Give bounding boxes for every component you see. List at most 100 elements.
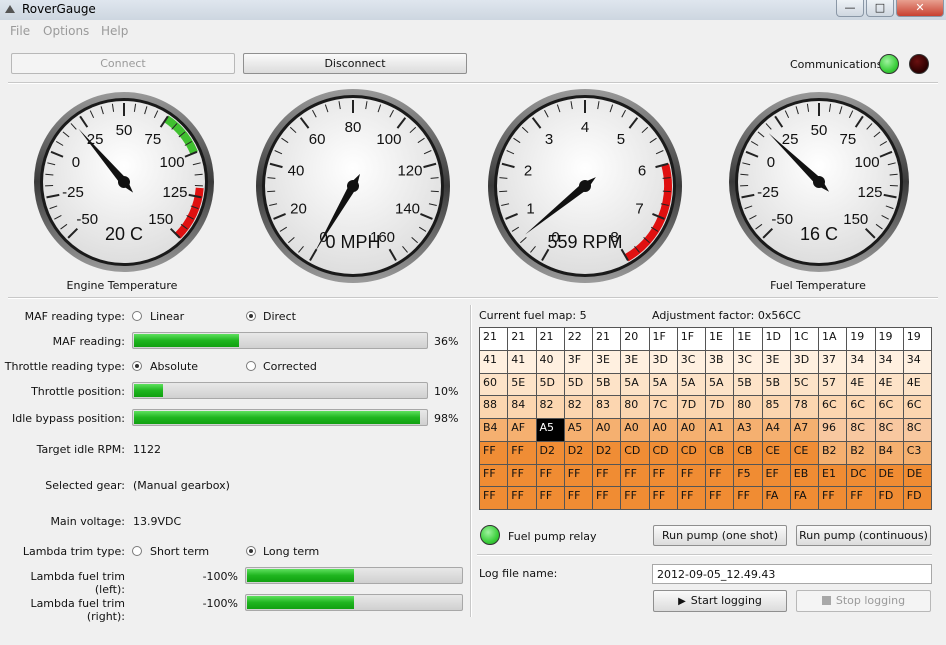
gauge-hub xyxy=(579,180,591,192)
maf-reading-label: MAF reading: xyxy=(52,335,125,348)
fuel-map-cell: 57 xyxy=(818,372,848,397)
menu-bar: File Options Help xyxy=(0,20,946,44)
close-button[interactable]: ✕ xyxy=(896,0,944,17)
gauge-panel: -50-25025507510012515020 C02040608010012… xyxy=(34,89,909,283)
fuel-map-cell: 5B xyxy=(733,372,763,397)
fuel-map-cell: B2 xyxy=(818,440,848,465)
disconnect-button[interactable]: Disconnect xyxy=(243,53,467,74)
maf-linear-radio[interactable] xyxy=(132,311,142,321)
gauge-readout: 16 C xyxy=(800,224,838,244)
fuel-map-cell: C3 xyxy=(902,440,932,465)
log-filename-input[interactable]: 2012-09-05_12.49.43 xyxy=(652,564,932,584)
throttle-absolute-radio[interactable] xyxy=(132,361,142,371)
gauge-tick-label: 60 xyxy=(309,131,326,148)
menu-options[interactable]: Options xyxy=(43,24,89,38)
gauge-tick-label: 140 xyxy=(395,201,420,218)
fuel-map-cell: 3B xyxy=(705,349,735,374)
gauge-tick-label: 100 xyxy=(160,154,185,171)
fuel-map-cell: 4E xyxy=(846,372,876,397)
fuel-map-cell: 1D xyxy=(761,327,791,351)
fuel-map-cell: 5A xyxy=(648,372,678,397)
fuel-map-cell: 21 xyxy=(479,327,509,351)
lambda-short-label: Short term xyxy=(150,545,210,558)
fuel-map-cell: 96 xyxy=(818,418,848,442)
lambda-left-percent: -100% xyxy=(202,570,238,583)
lambda-short-radio[interactable] xyxy=(132,546,142,556)
fuel-map-cell: 82 xyxy=(535,395,565,419)
lambda-left-label: Lambda fuel trim (left): xyxy=(30,570,125,596)
fuel-map-cell: D2 xyxy=(535,440,565,465)
start-logging-button[interactable]: ▶ Start logging xyxy=(653,590,787,612)
fuel-map-cell: FF xyxy=(535,463,565,488)
menu-help[interactable]: Help xyxy=(101,24,128,38)
gauge-tick-label: 1 xyxy=(526,201,534,218)
target-idle-label: Target idle RPM: xyxy=(36,443,125,456)
fuel-map-cell: FA xyxy=(789,486,819,510)
gauge-tick-label: -50 xyxy=(76,211,98,228)
maf-reading-bar xyxy=(132,332,428,349)
gauge-hub xyxy=(813,176,825,188)
main-voltage-value: 13.9VDC xyxy=(133,515,182,528)
fuel-map-cell: FF xyxy=(818,486,848,510)
fuel-map-cell: FF xyxy=(507,440,537,465)
fuel-map-cell: 1C xyxy=(789,327,819,351)
gauge-tick-label: 40 xyxy=(288,163,305,180)
stop-icon xyxy=(821,596,831,605)
gauge-tick-label: 3 xyxy=(545,131,553,148)
fuel-map-cell: 7D xyxy=(676,395,706,419)
fuel-map-cell: A5 xyxy=(563,418,593,442)
lambda-long-radio[interactable] xyxy=(246,546,256,556)
fuel-map-cell: FF xyxy=(563,463,593,488)
fuel-map-cell: 6C xyxy=(902,395,932,419)
maf-direct-label: Direct xyxy=(263,310,296,323)
throttle-absolute-label: Absolute xyxy=(150,360,199,373)
fuel-map-cell: 1E xyxy=(733,327,763,351)
selected-gear-value: (Manual gearbox) xyxy=(133,479,230,492)
fuel-map-cell: EB xyxy=(789,463,819,488)
fuel-temp-label: Fuel Temperature xyxy=(770,279,866,292)
maf-reading-fill xyxy=(134,334,240,347)
gauge-readout: 20 C xyxy=(105,224,143,244)
lambda-right-bar xyxy=(245,594,463,611)
gauge-tick-label: 80 xyxy=(345,119,362,136)
fuel-map-cell: 34 xyxy=(902,349,932,374)
menu-file[interactable]: File xyxy=(10,24,30,38)
gauge-tick-label: 125 xyxy=(162,184,187,201)
minimize-button[interactable]: — xyxy=(836,0,864,17)
target-idle-value: 1122 xyxy=(133,443,161,456)
idle-bypass-fill xyxy=(134,411,421,424)
connect-button[interactable]: Connect xyxy=(11,53,235,74)
throttle-position-label: Throttle position: xyxy=(31,385,125,398)
gauge-tick-label: 120 xyxy=(397,163,422,180)
fuel-map-cell: 1A xyxy=(818,327,848,351)
fuel-map-cell: A1 xyxy=(705,418,735,442)
fuel-map-cell: B4 xyxy=(874,440,904,465)
gauge-tick xyxy=(267,190,276,193)
fuel-map-cell: FF xyxy=(535,486,565,510)
log-filename-label: Log file name: xyxy=(479,567,558,580)
fuel-map-cell: 21 xyxy=(592,327,622,351)
fuel-map-cell: EF xyxy=(761,463,791,488)
idle-bypass-label: Idle bypass position: xyxy=(12,412,125,425)
fuel-map-cell: 80 xyxy=(733,395,763,419)
maf-type-label: MAF reading type: xyxy=(24,310,125,323)
main-voltage-label: Main voltage: xyxy=(50,515,125,528)
stop-logging-button[interactable]: Stop logging xyxy=(796,590,931,612)
run-pump-once-button[interactable]: Run pump (one shot) xyxy=(653,525,787,546)
fuel-map-cell: 19 xyxy=(874,327,904,351)
start-logging-label: Start logging xyxy=(690,594,762,607)
gauge-tick xyxy=(499,190,508,193)
throttle-corrected-radio[interactable] xyxy=(246,361,256,371)
maf-direct-radio[interactable] xyxy=(246,311,256,321)
fuel-map-cell: 3E xyxy=(592,349,622,374)
fuel-map-cell: DE xyxy=(902,463,932,488)
run-pump-continuous-button[interactable]: Run pump (continuous) xyxy=(796,525,931,546)
gauge-tick-label: 4 xyxy=(581,119,589,136)
maximize-button[interactable]: □ xyxy=(866,0,894,17)
play-icon: ▶ xyxy=(678,596,686,607)
gauge-tick-label: 75 xyxy=(145,131,162,148)
fuel-map-cell: 1E xyxy=(705,327,735,351)
window-title: RoverGauge xyxy=(22,2,96,16)
fuel-map-cell: CD xyxy=(620,440,650,465)
gauge-tick xyxy=(430,190,439,193)
